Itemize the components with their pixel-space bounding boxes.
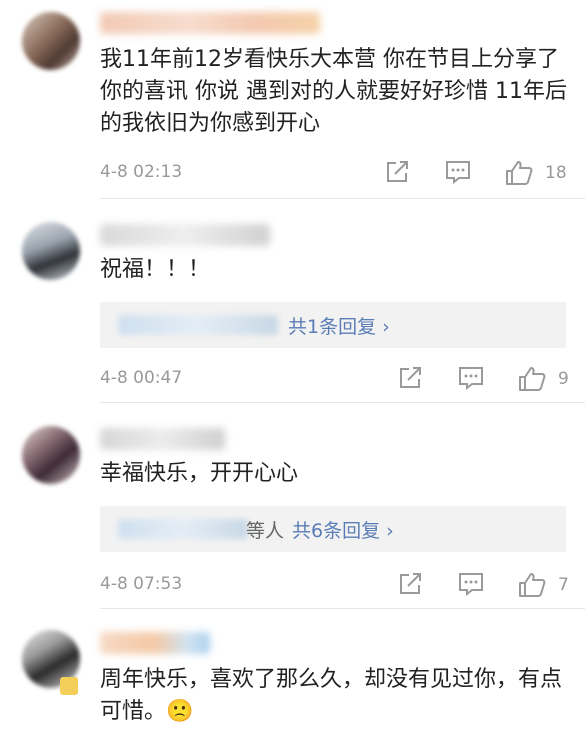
comment-icon xyxy=(459,573,483,596)
username-blurred[interactable] xyxy=(100,12,320,34)
avatar[interactable] xyxy=(22,222,80,280)
comment-meta: 4-8 00:47 9 xyxy=(100,366,573,392)
comment-button[interactable] xyxy=(445,160,471,184)
like-count: 18 xyxy=(545,163,567,183)
username-blurred[interactable] xyxy=(100,224,270,246)
thumbs-up-icon xyxy=(519,573,546,597)
comment-text: 幸福快乐，开开心心 xyxy=(100,461,299,486)
username-blurred[interactable] xyxy=(100,632,210,654)
comment-meta: 4-8 07:53 7 xyxy=(100,572,573,598)
comment-time: 4-8 00:47 xyxy=(100,368,183,388)
share-button[interactable] xyxy=(385,160,411,184)
reply-summary: 共6条回复 › xyxy=(292,520,394,542)
thumbs-up-icon xyxy=(506,161,533,185)
comment-meta: 4-8 02:13 18 xyxy=(100,160,573,186)
reply-preview[interactable]: 共1条回复 › xyxy=(100,302,566,348)
username-blurred[interactable] xyxy=(100,428,225,450)
member-badge-icon xyxy=(60,677,78,695)
like-button[interactable]: 9 xyxy=(518,366,569,392)
reply-user-blurred xyxy=(118,519,248,539)
share-icon xyxy=(400,367,421,388)
divider xyxy=(100,198,585,199)
divider xyxy=(100,402,585,403)
comment-button[interactable] xyxy=(458,366,484,390)
reply-count-link[interactable]: 等人 共6条回复 › xyxy=(246,516,394,543)
avatar[interactable] xyxy=(22,426,80,484)
avatar[interactable] xyxy=(22,12,80,70)
thumbs-up-icon xyxy=(519,367,546,391)
comment-time: 4-8 02:13 xyxy=(100,162,183,182)
comment-text: 祝福！！！ xyxy=(100,257,211,282)
share-icon xyxy=(387,161,408,182)
reply-user-blurred xyxy=(118,315,278,335)
share-icon xyxy=(400,573,421,594)
like-count: 9 xyxy=(558,369,569,389)
like-count: 7 xyxy=(558,575,569,595)
comment-text: 周年快乐，喜欢了那么久，却没有见过你，有点可惜。🙁 xyxy=(100,667,563,724)
like-button[interactable]: 18 xyxy=(505,160,567,186)
comment-icon xyxy=(459,367,483,390)
comment-button[interactable] xyxy=(458,572,484,596)
like-button[interactable]: 7 xyxy=(518,572,569,598)
share-button[interactable] xyxy=(398,572,424,596)
reply-count-link[interactable]: 共1条回复 › xyxy=(288,312,390,339)
comment-text: 我11年前12岁看快乐大本营 你在节目上分享了你的喜讯 你说 遇到对的人就要好好… xyxy=(100,47,567,136)
comment-icon xyxy=(446,161,470,184)
share-button[interactable] xyxy=(398,366,424,390)
reply-preview[interactable]: 等人 共6条回复 › xyxy=(100,506,566,552)
divider xyxy=(100,608,585,609)
comment-time: 4-8 07:53 xyxy=(100,574,183,594)
reply-who: 等人 xyxy=(246,520,285,542)
